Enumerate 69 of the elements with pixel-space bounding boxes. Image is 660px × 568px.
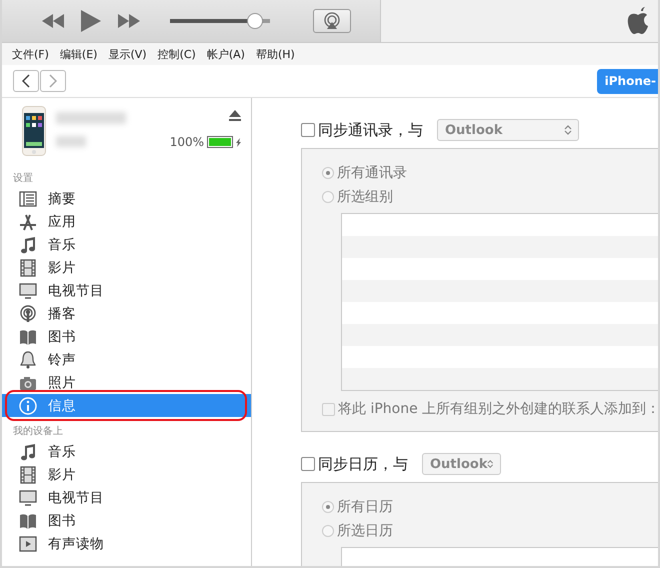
chevron-left-icon [22, 74, 30, 88]
sidebar-item[interactable]: 影片 [2, 256, 251, 279]
play-icon[interactable] [81, 10, 101, 32]
option-label: 所有通讯录 [337, 164, 407, 182]
menu-item[interactable]: 帮助(H) [256, 46, 295, 62]
sidebar-item[interactable]: 摘要 [2, 187, 251, 210]
slider-thumb[interactable] [247, 13, 263, 29]
info-icon [19, 396, 37, 414]
charging-icon [236, 138, 241, 146]
film-icon [19, 466, 37, 484]
sidebar-item[interactable]: 应用 [2, 210, 251, 233]
sidebar-item[interactable]: 音乐 [2, 440, 251, 463]
book-icon [19, 512, 37, 530]
option-label: 所选日历 [337, 522, 393, 540]
radio-button[interactable] [322, 167, 334, 179]
music-note-icon [19, 442, 37, 460]
rewind-icon[interactable] [42, 14, 64, 28]
eject-icon[interactable] [229, 110, 241, 121]
checkbox[interactable] [301, 123, 315, 137]
sidebar-item[interactable]: 播客 [2, 302, 251, 325]
sidebar-item[interactable]: 照片 [2, 371, 251, 394]
monitor-icon [19, 282, 37, 300]
airplay-icon [323, 12, 341, 30]
app-store-icon [19, 212, 37, 230]
radio-button[interactable] [322, 501, 334, 513]
sidebar-item[interactable]: 影片 [2, 463, 251, 486]
apple-logo-icon [626, 7, 650, 35]
menu-item[interactable]: 文件(F) [12, 46, 49, 62]
back-button[interactable] [13, 70, 39, 92]
battery-percent: 100% [170, 135, 204, 149]
list-icon [19, 190, 37, 208]
checkbox[interactable] [322, 402, 335, 416]
checkbox[interactable] [301, 457, 315, 471]
airplay-button[interactable] [313, 9, 351, 33]
sync-label: 同步通讯录，与 [318, 120, 423, 140]
phone-icon [22, 106, 46, 156]
battery-icon [207, 136, 233, 148]
sidebar-item[interactable]: 有声读物 [2, 532, 251, 555]
menu-item[interactable]: 显示(V) [108, 46, 147, 62]
sidebar-item[interactable]: 图书 [2, 325, 251, 348]
redacted-name [56, 112, 126, 124]
radio-button[interactable] [322, 191, 334, 203]
sidebar-heading: 设置 [12, 172, 34, 186]
menu-item[interactable]: 控制(C) [158, 46, 196, 62]
sync-label: 同步日历，与 [318, 454, 408, 474]
menu-item[interactable]: 编辑(E) [60, 46, 98, 62]
chevron-right-icon [49, 74, 57, 88]
sidebar-item[interactable]: 电视节目 [2, 486, 251, 509]
radio-button[interactable] [322, 525, 334, 537]
film-icon [19, 258, 37, 276]
redacted-capacity [56, 136, 86, 147]
updown-arrows-icon [487, 458, 494, 470]
sidebar-item[interactable]: 音乐 [2, 233, 251, 256]
audiobook-icon [19, 534, 37, 552]
sidebar-item[interactable]: 图书 [2, 509, 251, 532]
sidebar-item[interactable]: 铃声 [2, 348, 251, 371]
option-label: 将此 iPhone 上所有组别之外创建的联系人添加到： [338, 400, 658, 418]
option-label: 所有日历 [337, 498, 393, 516]
podcast-icon [19, 304, 37, 322]
monitor-icon [19, 488, 37, 506]
menu-item[interactable]: 帐户(A) [206, 46, 245, 62]
option-label: 所选组别 [337, 188, 393, 206]
book-icon [19, 328, 37, 346]
music-note-icon [19, 236, 37, 254]
bell-icon [19, 350, 37, 368]
sidebar-heading: 我的设备上 [12, 424, 64, 439]
sidebar-item[interactable]: 电视节目 [2, 279, 251, 302]
fast-forward-icon[interactable] [118, 14, 140, 28]
updown-arrows-icon [564, 124, 572, 136]
